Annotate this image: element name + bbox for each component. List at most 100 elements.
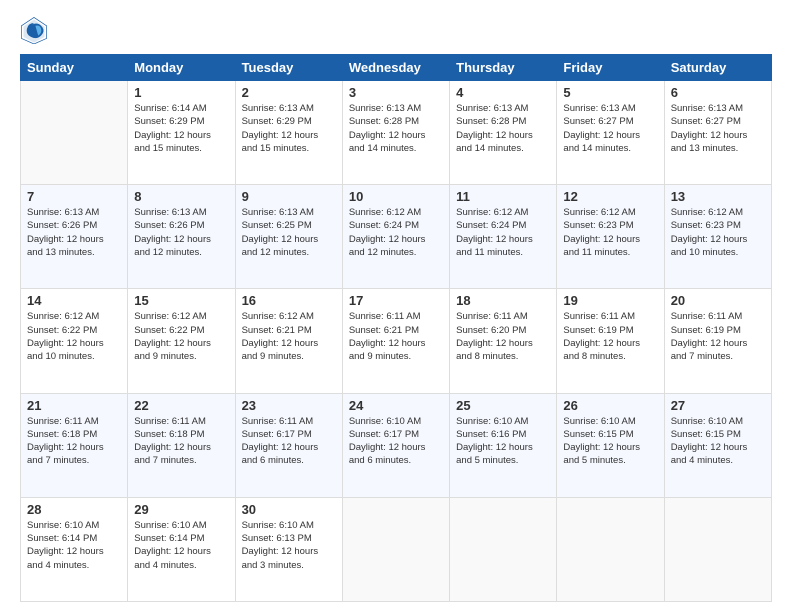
calendar-day-cell: 9 Sunrise: 6:13 AM Sunset: 6:25 PM Daylig… bbox=[235, 185, 342, 289]
calendar-week-row: 1Sunrise: 6:14 AM Sunset: 6:29 PM Daylig… bbox=[21, 81, 772, 185]
calendar-day-cell: 19 Sunrise: 6:11 AM Sunset: 6:19 PM Dayli… bbox=[557, 289, 664, 393]
day-info: Sunrise: 6:11 AM Sunset: 6:20 PM Dayligh… bbox=[456, 310, 550, 363]
calendar-day-cell: 16Sunrise: 6:12 AM Sunset: 6:21 PM Dayli… bbox=[235, 289, 342, 393]
calendar-day-cell: 24 Sunrise: 6:10 AM Sunset: 6:17 PM Dayli… bbox=[342, 393, 449, 497]
day-info: Sunrise: 6:12 AM Sunset: 6:23 PM Dayligh… bbox=[563, 206, 657, 259]
calendar-day-cell: 1Sunrise: 6:14 AM Sunset: 6:29 PM Daylig… bbox=[128, 81, 235, 185]
calendar-day-cell bbox=[664, 497, 771, 601]
day-number: 3 bbox=[349, 85, 443, 100]
calendar-day-cell: 8 Sunrise: 6:13 AM Sunset: 6:26 PM Daylig… bbox=[128, 185, 235, 289]
day-info: Sunrise: 6:10 AM Sunset: 6:17 PM Dayligh… bbox=[349, 415, 443, 468]
day-number: 12 bbox=[563, 189, 657, 204]
calendar-body: 1Sunrise: 6:14 AM Sunset: 6:29 PM Daylig… bbox=[21, 81, 772, 602]
day-info: Sunrise: 6:13 AM Sunset: 6:27 PM Dayligh… bbox=[671, 102, 765, 155]
calendar-day-cell bbox=[21, 81, 128, 185]
day-number: 2 bbox=[242, 85, 336, 100]
day-number: 9 bbox=[242, 189, 336, 204]
weekday-header: Monday bbox=[128, 55, 235, 81]
calendar-day-cell: 22 Sunrise: 6:11 AM Sunset: 6:18 PM Dayli… bbox=[128, 393, 235, 497]
calendar-day-cell: 29Sunrise: 6:10 AM Sunset: 6:14 PM Dayli… bbox=[128, 497, 235, 601]
day-info: Sunrise: 6:13 AM Sunset: 6:26 PM Dayligh… bbox=[134, 206, 228, 259]
day-number: 29 bbox=[134, 502, 228, 517]
calendar-week-row: 21 Sunrise: 6:11 AM Sunset: 6:18 PM Dayli… bbox=[21, 393, 772, 497]
calendar-day-cell: 3Sunrise: 6:13 AM Sunset: 6:28 PM Daylig… bbox=[342, 81, 449, 185]
calendar-day-cell: 26Sunrise: 6:10 AM Sunset: 6:15 PM Dayli… bbox=[557, 393, 664, 497]
day-info: Sunrise: 6:12 AM Sunset: 6:24 PM Dayligh… bbox=[456, 206, 550, 259]
day-number: 8 bbox=[134, 189, 228, 204]
day-info: Sunrise: 6:11 AM Sunset: 6:18 PM Dayligh… bbox=[134, 415, 228, 468]
page: SundayMondayTuesdayWednesdayThursdayFrid… bbox=[0, 0, 792, 612]
calendar-day-cell bbox=[342, 497, 449, 601]
day-info: Sunrise: 6:13 AM Sunset: 6:26 PM Dayligh… bbox=[27, 206, 121, 259]
day-number: 10 bbox=[349, 189, 443, 204]
day-number: 22 bbox=[134, 398, 228, 413]
day-info: Sunrise: 6:10 AM Sunset: 6:13 PM Dayligh… bbox=[242, 519, 336, 572]
day-number: 7 bbox=[27, 189, 121, 204]
calendar-day-cell: 27 Sunrise: 6:10 AM Sunset: 6:15 PM Dayli… bbox=[664, 393, 771, 497]
calendar-day-cell: 6 Sunrise: 6:13 AM Sunset: 6:27 PM Daylig… bbox=[664, 81, 771, 185]
header bbox=[20, 16, 772, 44]
calendar-day-cell bbox=[557, 497, 664, 601]
day-number: 15 bbox=[134, 293, 228, 308]
day-number: 5 bbox=[563, 85, 657, 100]
calendar-day-cell: 23 Sunrise: 6:11 AM Sunset: 6:17 PM Dayli… bbox=[235, 393, 342, 497]
day-info: Sunrise: 6:10 AM Sunset: 6:16 PM Dayligh… bbox=[456, 415, 550, 468]
day-info: Sunrise: 6:12 AM Sunset: 6:22 PM Dayligh… bbox=[27, 310, 121, 363]
calendar-day-cell: 5 Sunrise: 6:13 AM Sunset: 6:27 PM Daylig… bbox=[557, 81, 664, 185]
calendar-week-row: 14Sunrise: 6:12 AM Sunset: 6:22 PM Dayli… bbox=[21, 289, 772, 393]
day-number: 11 bbox=[456, 189, 550, 204]
calendar-day-cell: 25 Sunrise: 6:10 AM Sunset: 6:16 PM Dayli… bbox=[450, 393, 557, 497]
day-number: 30 bbox=[242, 502, 336, 517]
day-number: 26 bbox=[563, 398, 657, 413]
calendar-week-row: 7 Sunrise: 6:13 AM Sunset: 6:26 PM Daylig… bbox=[21, 185, 772, 289]
day-info: Sunrise: 6:10 AM Sunset: 6:14 PM Dayligh… bbox=[27, 519, 121, 572]
weekday-header: Friday bbox=[557, 55, 664, 81]
day-number: 6 bbox=[671, 85, 765, 100]
day-info: Sunrise: 6:11 AM Sunset: 6:18 PM Dayligh… bbox=[27, 415, 121, 468]
day-number: 18 bbox=[456, 293, 550, 308]
calendar-day-cell: 18 Sunrise: 6:11 AM Sunset: 6:20 PM Dayli… bbox=[450, 289, 557, 393]
day-info: Sunrise: 6:11 AM Sunset: 6:19 PM Dayligh… bbox=[671, 310, 765, 363]
calendar-day-cell: 7 Sunrise: 6:13 AM Sunset: 6:26 PM Daylig… bbox=[21, 185, 128, 289]
day-info: Sunrise: 6:12 AM Sunset: 6:24 PM Dayligh… bbox=[349, 206, 443, 259]
calendar-day-cell: 10 Sunrise: 6:12 AM Sunset: 6:24 PM Dayli… bbox=[342, 185, 449, 289]
day-info: Sunrise: 6:11 AM Sunset: 6:19 PM Dayligh… bbox=[563, 310, 657, 363]
weekday-header: Wednesday bbox=[342, 55, 449, 81]
day-info: Sunrise: 6:13 AM Sunset: 6:28 PM Dayligh… bbox=[456, 102, 550, 155]
calendar-day-cell: 17Sunrise: 6:11 AM Sunset: 6:21 PM Dayli… bbox=[342, 289, 449, 393]
weekday-header: Thursday bbox=[450, 55, 557, 81]
day-info: Sunrise: 6:13 AM Sunset: 6:25 PM Dayligh… bbox=[242, 206, 336, 259]
day-info: Sunrise: 6:11 AM Sunset: 6:17 PM Dayligh… bbox=[242, 415, 336, 468]
day-number: 25 bbox=[456, 398, 550, 413]
day-number: 21 bbox=[27, 398, 121, 413]
calendar-day-cell: 11 Sunrise: 6:12 AM Sunset: 6:24 PM Dayli… bbox=[450, 185, 557, 289]
day-info: Sunrise: 6:12 AM Sunset: 6:21 PM Dayligh… bbox=[242, 310, 336, 363]
calendar-day-cell bbox=[450, 497, 557, 601]
day-number: 19 bbox=[563, 293, 657, 308]
day-number: 4 bbox=[456, 85, 550, 100]
day-info: Sunrise: 6:14 AM Sunset: 6:29 PM Dayligh… bbox=[134, 102, 228, 155]
calendar-day-cell: 4 Sunrise: 6:13 AM Sunset: 6:28 PM Daylig… bbox=[450, 81, 557, 185]
calendar-day-cell: 30 Sunrise: 6:10 AM Sunset: 6:13 PM Dayli… bbox=[235, 497, 342, 601]
day-info: Sunrise: 6:13 AM Sunset: 6:29 PM Dayligh… bbox=[242, 102, 336, 155]
calendar-day-cell: 20 Sunrise: 6:11 AM Sunset: 6:19 PM Dayli… bbox=[664, 289, 771, 393]
calendar-day-cell: 14Sunrise: 6:12 AM Sunset: 6:22 PM Dayli… bbox=[21, 289, 128, 393]
calendar-table: SundayMondayTuesdayWednesdayThursdayFrid… bbox=[20, 54, 772, 602]
day-number: 20 bbox=[671, 293, 765, 308]
weekday-header: Saturday bbox=[664, 55, 771, 81]
day-number: 27 bbox=[671, 398, 765, 413]
day-number: 23 bbox=[242, 398, 336, 413]
calendar-week-row: 28 Sunrise: 6:10 AM Sunset: 6:14 PM Dayli… bbox=[21, 497, 772, 601]
calendar-header: SundayMondayTuesdayWednesdayThursdayFrid… bbox=[21, 55, 772, 81]
calendar-day-cell: 21 Sunrise: 6:11 AM Sunset: 6:18 PM Dayli… bbox=[21, 393, 128, 497]
calendar-day-cell: 12 Sunrise: 6:12 AM Sunset: 6:23 PM Dayli… bbox=[557, 185, 664, 289]
calendar-day-cell: 13Sunrise: 6:12 AM Sunset: 6:23 PM Dayli… bbox=[664, 185, 771, 289]
day-number: 28 bbox=[27, 502, 121, 517]
day-number: 24 bbox=[349, 398, 443, 413]
day-info: Sunrise: 6:12 AM Sunset: 6:22 PM Dayligh… bbox=[134, 310, 228, 363]
calendar-day-cell: 15 Sunrise: 6:12 AM Sunset: 6:22 PM Dayli… bbox=[128, 289, 235, 393]
day-info: Sunrise: 6:13 AM Sunset: 6:27 PM Dayligh… bbox=[563, 102, 657, 155]
weekday-row: SundayMondayTuesdayWednesdayThursdayFrid… bbox=[21, 55, 772, 81]
day-info: Sunrise: 6:10 AM Sunset: 6:15 PM Dayligh… bbox=[671, 415, 765, 468]
calendar-day-cell: 2 Sunrise: 6:13 AM Sunset: 6:29 PM Daylig… bbox=[235, 81, 342, 185]
